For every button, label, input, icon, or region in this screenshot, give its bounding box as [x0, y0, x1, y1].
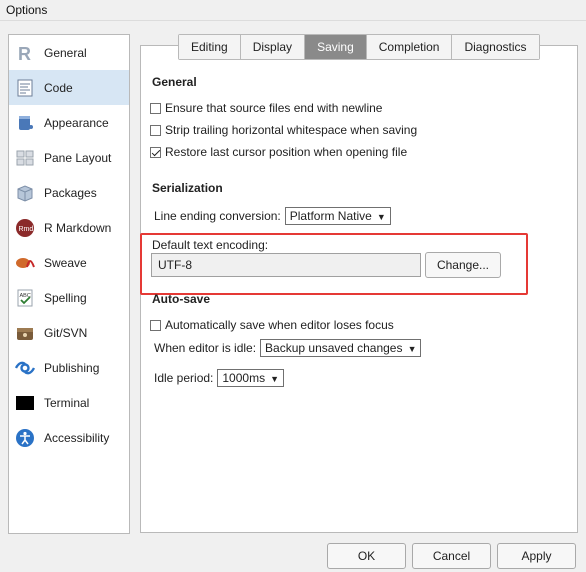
- idle-action-value: Backup unsaved changes: [265, 341, 403, 355]
- sidebar-item-label: Appearance: [44, 116, 109, 130]
- terminal-icon: [16, 396, 34, 410]
- sidebar-item-label: General: [44, 46, 87, 60]
- sidebar-item-pane-layout[interactable]: Pane Layout: [9, 140, 129, 175]
- restore-cursor-checkbox[interactable]: [150, 146, 161, 158]
- sidebar-item-terminal[interactable]: Terminal: [9, 385, 129, 420]
- rmd-icon: Rmd: [16, 219, 34, 237]
- restore-cursor-label: Restore last cursor position when openin…: [165, 145, 408, 159]
- tab-bar: Editing Display Saving Completion Diagno…: [178, 34, 540, 60]
- svg-text:Rmd: Rmd: [19, 226, 34, 233]
- apply-button[interactable]: Apply: [497, 543, 576, 569]
- ok-button[interactable]: OK: [327, 543, 406, 569]
- change-encoding-button[interactable]: Change...: [425, 252, 501, 278]
- sidebar-item-spelling[interactable]: ABC Spelling: [9, 280, 129, 315]
- sidebar-item-label: Terminal: [44, 396, 90, 410]
- sidebar-item-git-svn[interactable]: Git/SVN: [9, 315, 129, 350]
- ensure-newline-label: Ensure that source files end with newlin…: [165, 101, 383, 115]
- encoding-field: UTF-8: [151, 253, 421, 277]
- line-ending-row: Line ending conversion: Platform Native …: [154, 207, 391, 225]
- sidebar-item-accessibility[interactable]: Accessibility: [9, 420, 129, 455]
- sidebar-item-publishing[interactable]: Publishing: [9, 350, 129, 385]
- strip-whitespace-label: Strip trailing horizontal whitespace whe…: [165, 123, 418, 137]
- idle-row: When editor is idle: Backup unsaved chan…: [154, 339, 422, 357]
- general-section-title: General: [152, 75, 197, 89]
- publishing-icon: [15, 361, 35, 375]
- code-file-icon: [17, 79, 33, 97]
- idle-period-row: Idle period: 1000ms ▼: [154, 369, 285, 387]
- sidebar-item-r-markdown[interactable]: Rmd R Markdown: [9, 210, 129, 245]
- r-logo-icon: R: [18, 44, 31, 63]
- autosave-focus-checkbox[interactable]: [150, 319, 161, 331]
- sidebar-item-label: Git/SVN: [44, 326, 88, 340]
- sidebar-item-label: Code: [44, 81, 73, 95]
- idle-label: When editor is idle:: [154, 341, 257, 355]
- line-ending-label: Line ending conversion:: [154, 209, 281, 223]
- sidebar-item-code[interactable]: Code: [9, 70, 129, 105]
- tab-diagnostics[interactable]: Diagnostics: [452, 35, 539, 59]
- tab-editing[interactable]: Editing: [179, 35, 241, 59]
- tab-saving[interactable]: Saving: [305, 35, 367, 59]
- idle-period-value: 1000ms: [222, 371, 266, 385]
- chevron-down-icon: ▼: [407, 344, 417, 354]
- chevron-down-icon: ▼: [376, 212, 386, 222]
- strip-whitespace-option[interactable]: Strip trailing horizontal whitespace whe…: [150, 122, 417, 138]
- idle-period-select[interactable]: 1000ms ▼: [217, 369, 285, 387]
- sidebar-item-label: Accessibility: [44, 431, 110, 445]
- autosave-focus-option[interactable]: Automatically save when editor loses foc…: [150, 317, 394, 333]
- cancel-button[interactable]: Cancel: [412, 543, 491, 569]
- idle-period-label: Idle period:: [154, 371, 214, 385]
- ensure-newline-option[interactable]: Ensure that source files end with newlin…: [150, 100, 382, 116]
- serialization-section-title: Serialization: [152, 181, 223, 195]
- strip-whitespace-checkbox[interactable]: [150, 124, 161, 136]
- accessibility-icon: [16, 429, 34, 447]
- package-box-icon: [17, 185, 33, 202]
- sidebar-item-label: R Markdown: [44, 221, 112, 235]
- sidebar-item-label: Packages: [44, 186, 97, 200]
- sidebar-item-packages[interactable]: Packages: [9, 175, 129, 210]
- git-svn-icon: [17, 328, 33, 340]
- sidebar-item-label: Spelling: [44, 291, 87, 305]
- tab-display[interactable]: Display: [240, 35, 306, 59]
- autosave-section-title: Auto-save: [152, 292, 211, 306]
- spellcheck-icon: ABC: [17, 289, 33, 307]
- window-titlebar: Options: [0, 0, 586, 21]
- idle-action-select[interactable]: Backup unsaved changes ▼: [260, 339, 422, 357]
- line-ending-select[interactable]: Platform Native ▼: [284, 207, 391, 225]
- tab-completion[interactable]: Completion: [366, 35, 453, 59]
- window-title: Options: [6, 3, 48, 17]
- sweave-pdf-icon: [16, 258, 35, 268]
- sidebar-item-general[interactable]: R General: [9, 35, 129, 70]
- sidebar-item-appearance[interactable]: Appearance: [9, 105, 129, 140]
- encoding-label: Default text encoding:: [152, 238, 269, 252]
- sidebar-item-sweave[interactable]: Sweave: [9, 245, 129, 280]
- chevron-down-icon: ▼: [270, 374, 280, 384]
- restore-cursor-option[interactable]: Restore last cursor position when openin…: [150, 144, 407, 160]
- line-ending-value: Platform Native: [289, 209, 372, 223]
- pane-layout-icon: [16, 150, 34, 166]
- paint-bucket-icon: [19, 116, 33, 130]
- autosave-focus-label: Automatically save when editor loses foc…: [165, 318, 394, 332]
- sidebar-item-label: Publishing: [44, 361, 100, 375]
- sidebar-item-label: Pane Layout: [44, 151, 112, 165]
- options-sidebar: R General Code Appearance Pane Layout Pa…: [8, 34, 130, 534]
- ensure-newline-checkbox[interactable]: [150, 102, 161, 114]
- svg-text:R: R: [18, 44, 31, 63]
- sidebar-item-label: Sweave: [44, 256, 87, 270]
